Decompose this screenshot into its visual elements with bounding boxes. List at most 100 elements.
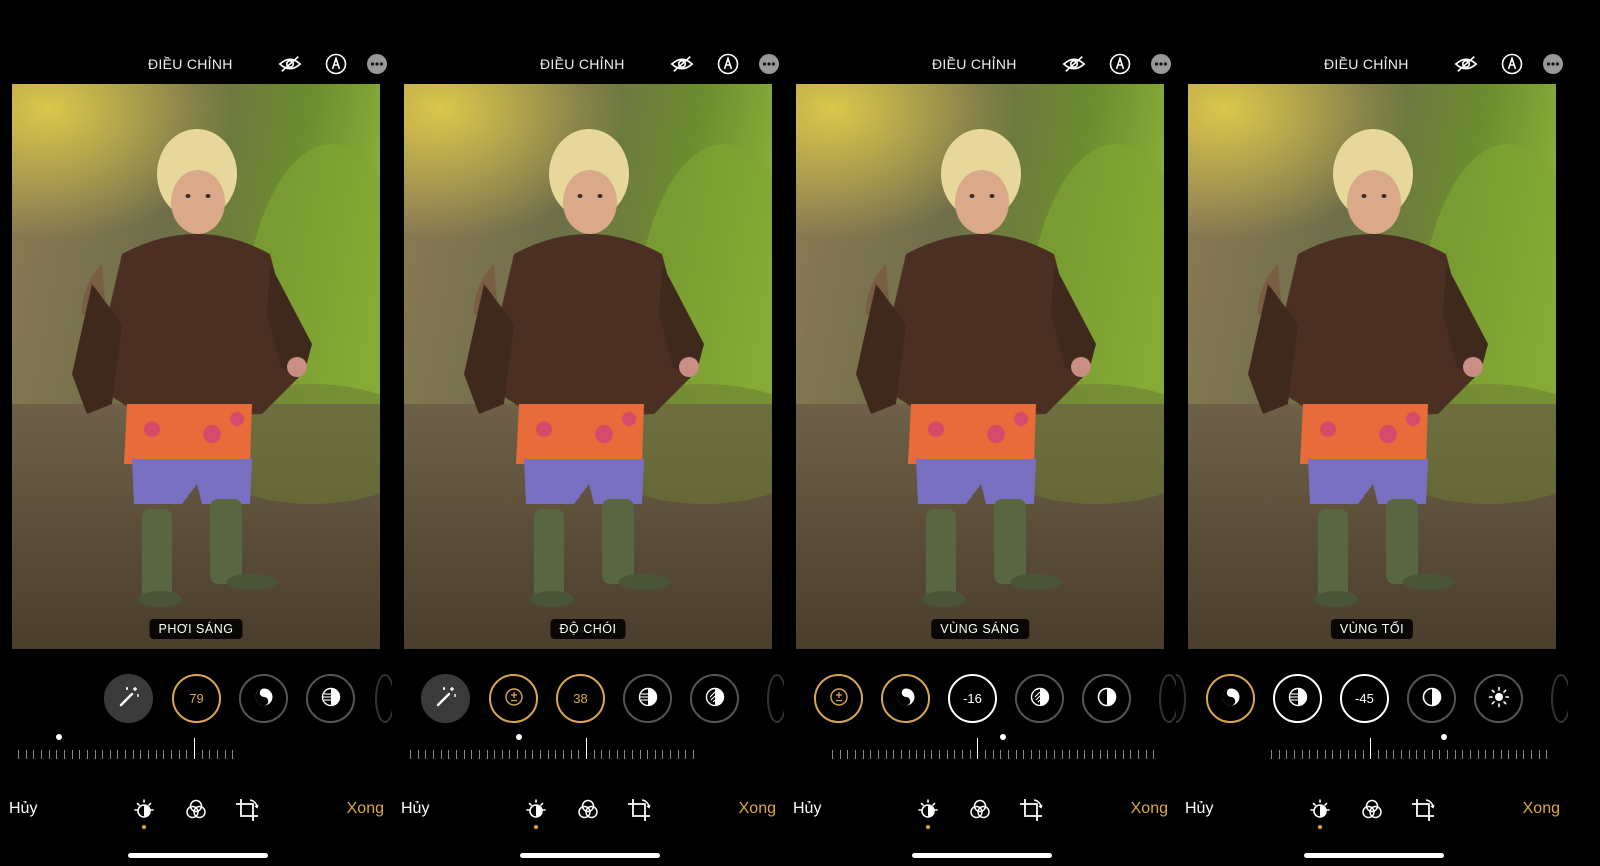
slider-tick	[71, 750, 73, 759]
screen-title: ĐIỀU CHỈNH	[540, 56, 625, 72]
slider-tick	[946, 750, 948, 759]
tool-edge-left[interactable]	[1176, 674, 1186, 723]
slider-tick	[601, 750, 603, 759]
tool-brilliance[interactable]	[881, 674, 930, 723]
brilliance-icon	[252, 685, 276, 712]
tool-wand[interactable]	[104, 674, 153, 723]
filters-icon[interactable]	[575, 797, 601, 823]
tool-brightness[interactable]	[1474, 674, 1523, 723]
slider-tick	[1107, 750, 1109, 759]
slider-tick	[639, 750, 641, 759]
more-options-icon[interactable]	[365, 52, 389, 76]
tool-highlights[interactable]	[623, 674, 672, 723]
tool-highlights[interactable]: -16	[948, 674, 997, 723]
slider-tick	[94, 750, 96, 759]
cancel-button[interactable]: Hủy	[401, 800, 429, 818]
slider-tick	[670, 750, 672, 759]
cancel-button[interactable]: Hủy	[793, 800, 821, 818]
markup-pen-icon[interactable]	[1108, 52, 1132, 76]
home-indicator	[912, 853, 1052, 858]
slider-tick	[1145, 750, 1147, 759]
tool-highlights[interactable]	[306, 674, 355, 723]
slider-tick	[140, 750, 142, 759]
value-slider[interactable]	[1176, 730, 1568, 760]
crop-icon[interactable]	[234, 797, 260, 823]
hide-eye-icon[interactable]	[1454, 52, 1478, 76]
adjust-icon[interactable]	[1307, 797, 1333, 823]
markup-pen-icon[interactable]	[324, 52, 348, 76]
tool-exposure[interactable]	[489, 674, 538, 723]
photo-preview[interactable]: PHƠI SÁNG	[12, 84, 380, 649]
tool-contrast[interactable]	[1407, 674, 1456, 723]
filters-icon[interactable]	[183, 797, 209, 823]
tool-exposure[interactable]	[814, 674, 863, 723]
markup-pen-icon[interactable]	[716, 52, 740, 76]
more-options-icon[interactable]	[1541, 52, 1565, 76]
tool-edge-right[interactable]	[1159, 674, 1176, 723]
hide-eye-icon[interactable]	[1062, 52, 1086, 76]
cancel-button[interactable]: Hủy	[9, 800, 37, 818]
hide-eye-icon[interactable]	[278, 52, 302, 76]
slider-tick	[1508, 750, 1510, 759]
slider-tick	[1092, 750, 1094, 759]
adjust-icon[interactable]	[131, 797, 157, 823]
slider-tick	[654, 750, 656, 759]
value-slider[interactable]	[0, 730, 392, 760]
tool-highlights[interactable]	[1273, 674, 1322, 723]
more-options-icon[interactable]	[757, 52, 781, 76]
shadows-icon	[1028, 685, 1052, 712]
slider-tick	[1401, 750, 1403, 759]
done-button[interactable]: Xong	[347, 800, 384, 818]
tool-contrast[interactable]	[1082, 674, 1131, 723]
slider-tick	[509, 750, 511, 759]
adjust-icon[interactable]	[915, 797, 941, 823]
slider-tick	[1286, 750, 1288, 759]
filters-icon[interactable]	[967, 797, 993, 823]
done-button[interactable]: Xong	[739, 800, 776, 818]
slider-tick	[216, 750, 218, 759]
cancel-button[interactable]: Hủy	[1185, 800, 1213, 818]
slider-tick	[992, 750, 994, 759]
crop-icon[interactable]	[1018, 797, 1044, 823]
tool-edge-right[interactable]	[375, 674, 392, 723]
photo-preview[interactable]: ĐỘ CHÓI	[404, 84, 772, 649]
photo-preview[interactable]: VÙNG TỐI	[1188, 84, 1556, 649]
photo-preview[interactable]: VÙNG SÁNG	[796, 84, 1164, 649]
slider-default-dot	[56, 734, 62, 740]
crop-icon[interactable]	[1410, 797, 1436, 823]
tool-edge-right[interactable]	[1551, 674, 1568, 723]
slider-tick	[1431, 750, 1433, 759]
markup-pen-icon[interactable]	[1500, 52, 1524, 76]
tool-exposure[interactable]: 79	[172, 674, 221, 723]
tool-brilliance[interactable]	[239, 674, 288, 723]
tool-shadows[interactable]	[690, 674, 739, 723]
tool-edge-right[interactable]	[767, 674, 784, 723]
brilliance-icon	[894, 685, 918, 712]
value-slider[interactable]	[784, 730, 1176, 760]
tool-wand[interactable]	[421, 674, 470, 723]
tool-shadows[interactable]: -45	[1340, 674, 1389, 723]
hide-eye-icon[interactable]	[670, 52, 694, 76]
tool-brilliance[interactable]: 38	[556, 674, 605, 723]
slider-tick	[631, 750, 633, 759]
slider-tick	[1053, 750, 1055, 759]
done-button[interactable]: Xong	[1523, 800, 1560, 818]
slider-tick	[893, 750, 895, 759]
filters-icon[interactable]	[1359, 797, 1385, 823]
slider-tick	[578, 750, 580, 759]
crop-icon[interactable]	[626, 797, 652, 823]
more-options-icon[interactable]	[1149, 52, 1173, 76]
tool-brilliance[interactable]	[1206, 674, 1255, 723]
slider-center-tick	[585, 738, 587, 759]
adjust-icon[interactable]	[523, 797, 549, 823]
slider-tick	[201, 750, 203, 759]
tool-shadows[interactable]	[1015, 674, 1064, 723]
slider-tick	[685, 750, 687, 759]
value-slider[interactable]	[392, 730, 784, 760]
done-button[interactable]: Xong	[1131, 800, 1168, 818]
exposure-icon	[502, 685, 526, 712]
slider-tick	[985, 750, 986, 759]
slider-tick	[1538, 750, 1540, 759]
slider-tick	[570, 750, 572, 759]
slider-tick	[1000, 750, 1002, 759]
